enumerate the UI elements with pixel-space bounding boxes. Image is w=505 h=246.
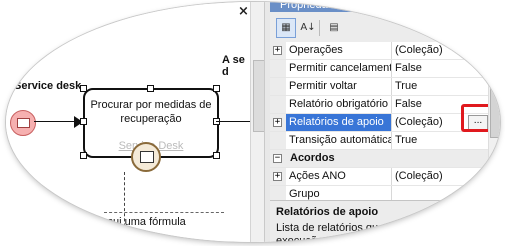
property-name[interactable]: Operações: [286, 42, 392, 59]
property-name[interactable]: Relatório obrigatório: [286, 96, 392, 113]
property-value[interactable]: False: [392, 60, 488, 77]
selection-handle[interactable]: [80, 85, 87, 92]
task-title: Procurar por medidas de recuperação: [90, 99, 212, 125]
property-category[interactable]: − Acordos: [270, 150, 488, 168]
row-gutter: +: [270, 42, 286, 59]
row-gutter: [270, 132, 286, 149]
canvas-scrollbar[interactable]: [250, 2, 265, 242]
property-value[interactable]: True: [392, 78, 488, 95]
next-activity-label: A se d: [222, 54, 245, 78]
selection-handle[interactable]: [80, 152, 87, 159]
expand-icon[interactable]: +: [273, 118, 282, 127]
category-label: Acordos: [290, 152, 335, 164]
property-pages-icon[interactable]: ▤: [324, 18, 344, 38]
categorized-icon[interactable]: ▦: [276, 18, 296, 38]
selection-handle[interactable]: [213, 152, 220, 159]
property-name[interactable]: Relatórios de apoio: [286, 114, 392, 131]
description-text: Lista de relatórios que ser... apoio na …: [276, 222, 457, 242]
row-gutter: [270, 60, 286, 77]
property-row[interactable]: + Relatórios de apoio (Coleção)...: [270, 114, 488, 132]
expand-icon[interactable]: +: [273, 172, 282, 181]
property-row[interactable]: + Operações (Coleção): [270, 42, 488, 60]
property-row[interactable]: Permitir voltar True: [270, 78, 488, 96]
toolbar-divider: [319, 20, 320, 36]
association-line: [124, 172, 126, 242]
row-gutter: [270, 96, 286, 113]
message-event[interactable]: [10, 110, 36, 136]
properties-panel: Propriedades ▦ A↓ ▤ + Operações (Coleção) P…: [270, 2, 500, 242]
form-icon: [140, 151, 154, 163]
magnified-view: × Service desk A se d Procurar por medid…: [6, 2, 500, 242]
property-name[interactable]: Permitir cancelamento: [286, 60, 392, 77]
selection-handle[interactable]: [147, 85, 154, 92]
process-diagram-canvas[interactable]: × Service desk A se d Procurar por medid…: [6, 2, 265, 242]
selection-handle[interactable]: [80, 118, 87, 125]
property-grid: + Operações (Coleção) Permitir cancelamento…: [270, 42, 488, 204]
sort-alphabetical-icon[interactable]: A↓: [298, 18, 318, 38]
panel-title: Propriedades: [270, 2, 500, 12]
property-name[interactable]: Ações ANO: [286, 168, 392, 185]
property-row[interactable]: + Ações ANO (Coleção): [270, 168, 488, 186]
annotation-text: ssui uma fórmula: [102, 216, 186, 228]
envelope-icon: [17, 118, 30, 128]
property-value[interactable]: (Coleção): [392, 168, 488, 185]
property-name[interactable]: Transição automática: [286, 132, 392, 149]
property-name[interactable]: Permitir voltar: [286, 78, 392, 95]
collapse-icon[interactable]: −: [273, 154, 282, 163]
annotation-border: [104, 212, 224, 213]
selection-handle[interactable]: [213, 85, 220, 92]
row-gutter: +: [270, 114, 286, 131]
close-icon[interactable]: ×: [238, 4, 249, 19]
properties-toolbar: ▦ A↓ ▤: [270, 14, 500, 40]
property-value[interactable]: True: [392, 132, 488, 149]
description-pane: Relatórios de apoio Lista de relatórios …: [270, 200, 500, 242]
row-gutter: +: [270, 168, 286, 185]
attached-event-icon[interactable]: [131, 142, 161, 172]
property-value[interactable]: (Coleção): [392, 42, 488, 59]
property-row[interactable]: Transição automática True: [270, 132, 488, 150]
expand-icon[interactable]: +: [273, 46, 282, 55]
scrollbar-thumb[interactable]: [490, 86, 500, 138]
row-gutter: [270, 78, 286, 95]
description-title: Relatórios de apoio: [276, 206, 379, 218]
property-row[interactable]: Permitir cancelamento False: [270, 60, 488, 78]
property-grid-scrollbar[interactable]: [488, 42, 500, 200]
lane-label: Service desk: [14, 80, 82, 92]
property-row[interactable]: Relatório obrigatório False: [270, 96, 488, 114]
